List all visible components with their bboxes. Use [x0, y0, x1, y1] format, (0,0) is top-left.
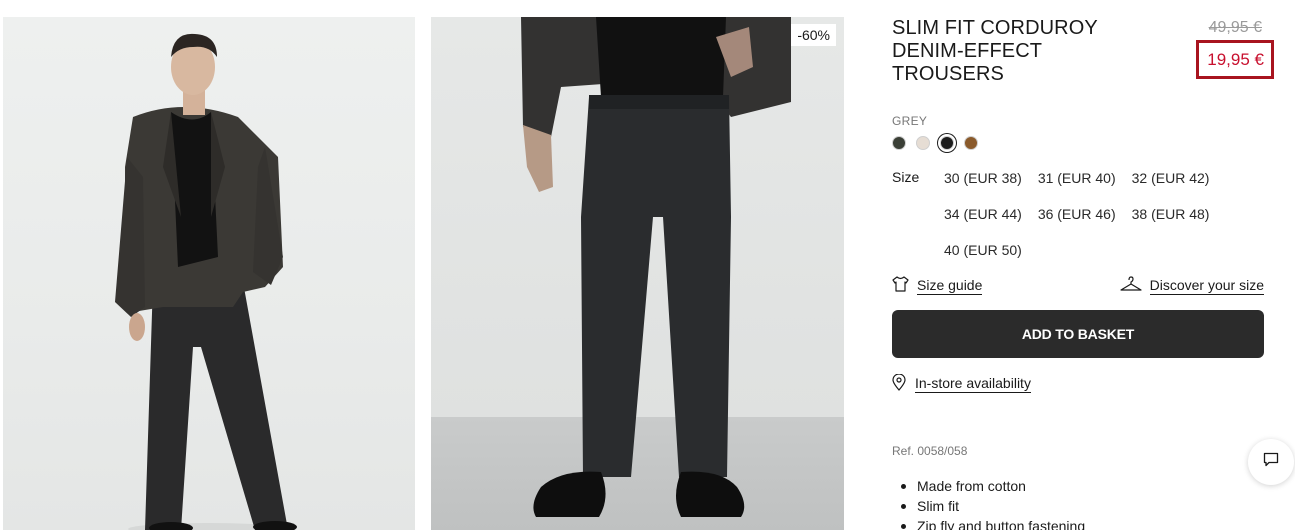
size-option[interactable]: 38 (EUR 48): [1132, 205, 1210, 223]
size-option[interactable]: 36 (EUR 46): [1038, 205, 1116, 223]
size-label: Size: [892, 169, 920, 185]
swatch-dark-olive[interactable]: [892, 136, 906, 150]
color-name: GREY: [892, 114, 928, 128]
in-store-label: In-store availability: [915, 375, 1031, 393]
chat-button[interactable]: [1248, 439, 1294, 485]
price-box: 49,95 € 19,95 €: [1196, 17, 1274, 79]
feature-item: Made from cotton: [892, 476, 1264, 496]
product-photo-detail[interactable]: -60%: [431, 17, 844, 530]
tshirt-icon: [892, 276, 909, 295]
size-options: 30 (EUR 38) 31 (EUR 40) 32 (EUR 42) 34 (…: [944, 169, 1264, 259]
sale-price: 19,95 €: [1196, 40, 1274, 79]
swatch-brown[interactable]: [964, 136, 978, 150]
size-links-row: Size guide Discover your size: [892, 276, 1264, 295]
product-reference: Ref. 0058/058: [892, 444, 968, 458]
add-to-basket-button[interactable]: ADD TO BASKET: [892, 310, 1264, 358]
size-option[interactable]: 40 (EUR 50): [944, 241, 1022, 259]
location-pin-icon: [892, 373, 906, 394]
old-price: 49,95 €: [1208, 19, 1262, 36]
size-option[interactable]: 30 (EUR 38): [944, 169, 1022, 187]
product-info-panel: SLIM FIT CORDUROY DENIM-EFFECT TROUSERS …: [892, 17, 1274, 530]
size-guide-label: Size guide: [917, 276, 983, 295]
size-guide-link[interactable]: Size guide: [892, 276, 983, 295]
feature-item: Zip fly and button fastening: [892, 516, 1264, 530]
feature-item: Slim fit: [892, 496, 1264, 516]
trousers-illustration: [521, 17, 791, 517]
discover-size-link[interactable]: Discover your size: [1120, 276, 1264, 295]
model-illustration: [115, 33, 297, 530]
feature-list: Made from cotton Slim fit Zip fly and bu…: [892, 476, 1264, 530]
color-swatches: [892, 136, 1264, 150]
product-title: SLIM FIT CORDUROY DENIM-EFFECT TROUSERS: [892, 17, 1098, 85]
size-selector: Size 30 (EUR 38) 31 (EUR 40) 32 (EUR 42)…: [892, 169, 1264, 259]
chat-bubble-icon: [1263, 452, 1279, 472]
product-photo-full-look[interactable]: [3, 17, 415, 530]
swatch-black[interactable]: [940, 136, 954, 150]
discover-size-label: Discover your size: [1149, 276, 1264, 295]
discount-badge: -60%: [791, 24, 836, 46]
size-option[interactable]: 31 (EUR 40): [1038, 169, 1116, 187]
hanger-icon: [1120, 276, 1142, 295]
swatch-cream[interactable]: [916, 136, 930, 150]
size-option[interactable]: 32 (EUR 42): [1132, 169, 1210, 187]
size-option[interactable]: 34 (EUR 44): [944, 205, 1022, 223]
in-store-availability-link[interactable]: In-store availability: [892, 373, 1264, 394]
